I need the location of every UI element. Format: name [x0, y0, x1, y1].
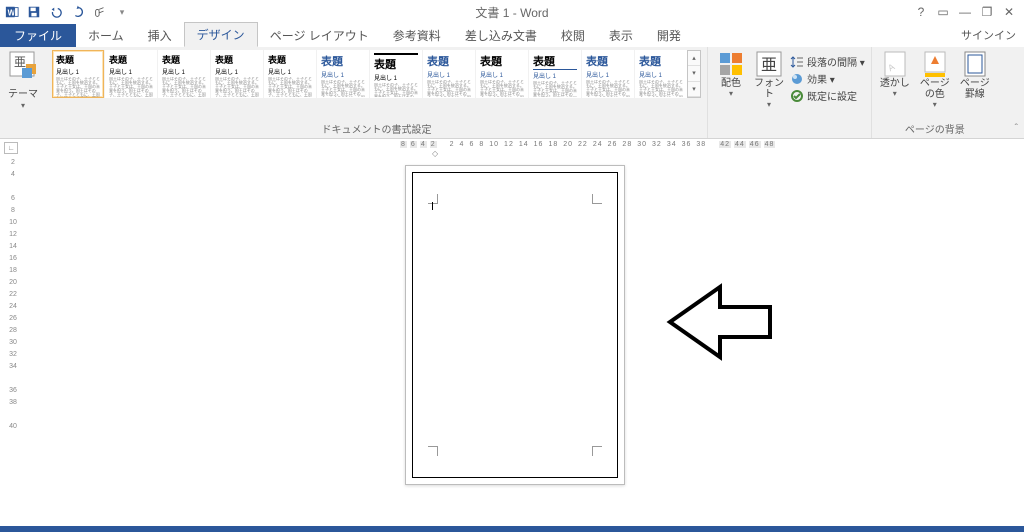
- tab-developer[interactable]: 開発: [645, 24, 693, 47]
- page-border-preview: [412, 172, 618, 478]
- style-thumb[interactable]: 表題見出し 1国王はその子、王子とともに、王国を統治する。王子と王女は、王国の未…: [105, 50, 157, 98]
- ribbon-group-colors-fonts-opts: 配色 ▾ 亜 フォント ▾ 段落の間隔 ▾ 効果 ▾ 既定に設定: [708, 47, 871, 138]
- style-thumb[interactable]: 表題見出し 1国王はその子、王子とともに、王国を統治する。王子と王女は、王国の未…: [582, 50, 634, 98]
- tab-mailings[interactable]: 差し込み文書: [453, 24, 549, 47]
- annotation-arrow-icon: [660, 277, 780, 367]
- margin-marker-icon: [428, 194, 438, 204]
- margin-marker-icon: [592, 194, 602, 204]
- svg-text:亜: 亜: [14, 55, 26, 69]
- formatting-group-label: ドキュメントの書式設定: [52, 120, 701, 136]
- save-icon[interactable]: [24, 2, 44, 22]
- tab-file[interactable]: ファイル: [0, 24, 76, 47]
- chevron-down-icon: ▾: [729, 89, 733, 98]
- tab-design[interactable]: デザイン: [184, 22, 258, 47]
- ribbon-group-formatting: 表題見出し 1国王はその子、王子とともに、王国を統治する。王子と王女は、王国の未…: [46, 47, 708, 138]
- ribbon: 亜 テーマ ▾ 表題見出し 1国王はその子、王子とともに、王国を統治する。王子と…: [0, 47, 1024, 139]
- page-background-group-label: ページの背景: [878, 120, 992, 136]
- restore-icon[interactable]: ❐: [978, 5, 996, 19]
- tab-review[interactable]: 校閲: [549, 24, 597, 47]
- style-thumb[interactable]: 表題見出し 1国王はその子、王子とともに、王国を統治する。王子と王女は、王国の未…: [52, 50, 104, 98]
- redo-icon[interactable]: [68, 2, 88, 22]
- margin-marker-icon: [428, 446, 438, 456]
- document-title: 文書 1 - Word: [475, 4, 548, 21]
- status-bar[interactable]: [0, 526, 1024, 532]
- formatting-options: 段落の間隔 ▾ 効果 ▾ 既定に設定: [790, 50, 865, 103]
- page-border-button[interactable]: ページ 罫線: [958, 50, 992, 100]
- style-thumb[interactable]: 表題見出し 1国王はその子、王子とともに、王国を統治する。王子と王女は、王国の未…: [529, 50, 581, 98]
- document-page[interactable]: [405, 165, 625, 485]
- touch-mode-icon[interactable]: [90, 2, 110, 22]
- watermark-button[interactable]: A 透かし ▾: [878, 50, 912, 98]
- ruler-scale: 8642246810121416182022242628303234363842…: [400, 141, 775, 148]
- page-color-label: ページの色: [918, 78, 952, 100]
- tab-insert[interactable]: 挿入: [136, 24, 184, 47]
- quick-access-toolbar: W ▾: [0, 2, 132, 22]
- themes-label: テーマ: [8, 85, 38, 100]
- colors-button[interactable]: 配色 ▾: [714, 50, 748, 98]
- document-area: 246810121416182022242628303234363840: [0, 157, 1024, 526]
- title-bar: W ▾ 文書 1 - Word ? ▭ — ❐ ✕: [0, 0, 1024, 24]
- qat-more-icon[interactable]: ▾: [112, 2, 132, 22]
- tab-selector[interactable]: ∟: [4, 142, 18, 154]
- chevron-down-icon: ▾: [933, 100, 937, 109]
- gallery-more-button[interactable]: ▴▾▾: [687, 50, 701, 98]
- svg-text:亜: 亜: [761, 57, 777, 74]
- ribbon-group-themes: 亜 テーマ ▾: [0, 47, 46, 138]
- page-border-label-1: ページ: [960, 78, 990, 89]
- style-thumb[interactable]: 表題見出し 1国王はその子、王子とともに、王国を統治する。王子と王女は、王国の未…: [635, 50, 687, 98]
- chevron-down-icon: ▾: [21, 101, 25, 110]
- text-cursor: [432, 202, 433, 210]
- tab-page-layout[interactable]: ページ レイアウト: [258, 24, 381, 47]
- style-thumb[interactable]: 表題見出し 1国王はその子、王子とともに、王国を統治する。王子と王女は、王国の未…: [423, 50, 475, 98]
- ribbon-tabs: ファイル ホーム 挿入 デザイン ページ レイアウト 参考資料 差し込み文書 校…: [0, 24, 1024, 47]
- watermark-label: 透かし: [880, 78, 910, 89]
- chevron-down-icon: ▾: [767, 100, 771, 109]
- style-thumb[interactable]: 表題見出し 1国王はその子、王子とともに、王国を統治する。王子と王女は、王国の未…: [158, 50, 210, 98]
- collapse-ribbon-icon[interactable]: ˆ: [1015, 123, 1018, 134]
- tab-home[interactable]: ホーム: [76, 24, 136, 47]
- colors-label: 配色: [721, 78, 741, 89]
- word-icon[interactable]: W: [2, 2, 22, 22]
- style-thumb[interactable]: 表題見出し 1国王はその子、王子とともに、王国を統治する。王子と王女は、王国の未…: [476, 50, 528, 98]
- help-icon[interactable]: ?: [912, 5, 930, 19]
- undo-icon[interactable]: [46, 2, 66, 22]
- style-thumb[interactable]: 表題見出し 1国王はその子、王子とともに、王国を統治する。王子と王女は、王国の未…: [211, 50, 263, 98]
- effects-button[interactable]: 効果 ▾: [790, 71, 865, 86]
- chevron-down-icon: ▾: [893, 89, 897, 98]
- vertical-ruler[interactable]: 246810121416182022242628303234363840: [4, 157, 22, 433]
- minimize-icon[interactable]: —: [956, 5, 974, 19]
- fonts-label: フォント: [752, 78, 786, 100]
- paragraph-spacing-button[interactable]: 段落の間隔 ▾: [790, 54, 865, 69]
- themes-button[interactable]: 亜 テーマ ▾: [6, 50, 40, 110]
- close-icon[interactable]: ✕: [1000, 5, 1018, 19]
- style-thumb[interactable]: 表題見出し 1国王はその子、王子とともに、王国を統治する。王子と王女は、王国の未…: [264, 50, 316, 98]
- style-gallery[interactable]: 表題見出し 1国王はその子、王子とともに、王国を統治する。王子と王女は、王国の未…: [52, 50, 687, 98]
- set-default-button[interactable]: 既定に設定: [790, 88, 865, 103]
- ribbon-display-icon[interactable]: ▭: [934, 5, 952, 19]
- tab-references[interactable]: 参考資料: [381, 24, 453, 47]
- tab-view[interactable]: 表示: [597, 24, 645, 47]
- page-color-button[interactable]: ページの色 ▾: [918, 50, 952, 109]
- style-thumb[interactable]: 表題見出し 1国王はその子、王子とともに、王国を統治する。王子と王女は、王国の未…: [370, 50, 422, 98]
- margin-marker-icon: [592, 446, 602, 456]
- fonts-button[interactable]: 亜 フォント ▾: [752, 50, 786, 109]
- ribbon-group-page-background: A 透かし ▾ ページの色 ▾ ページ 罫線 ページの背景: [872, 47, 998, 138]
- sign-in-link[interactable]: サインイン: [953, 23, 1024, 47]
- style-thumb[interactable]: 表題見出し 1国王はその子、王子とともに、王国を統治する。王子と王女は、王国の未…: [317, 50, 369, 98]
- horizontal-ruler[interactable]: ∟ 86422468101214161820222426283032343638…: [0, 139, 1024, 157]
- window-controls: ? ▭ — ❐ ✕: [912, 5, 1024, 19]
- page-border-label-2: 罫線: [965, 89, 985, 100]
